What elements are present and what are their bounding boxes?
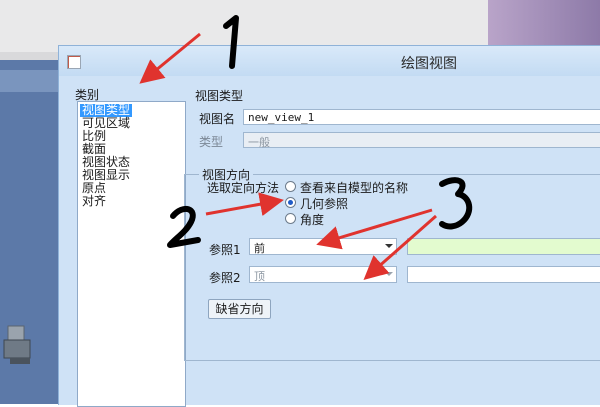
background-left-bar [0, 70, 58, 92]
radio-geometry-reference[interactable] [285, 197, 296, 208]
device-icon [3, 325, 31, 364]
reference2-label: 参照2 [209, 271, 241, 285]
radio-angle[interactable] [285, 213, 296, 224]
drawing-view-dialog: 绘图视图 类别 视图类型 可见区域 比例 截面 视图状态 视图显示 原点 对齐 … [58, 45, 600, 407]
type-label: 类型 [199, 135, 224, 149]
radio-model-name-label[interactable]: 查看来自模型的名称 [300, 179, 408, 196]
chevron-down-icon [385, 272, 393, 276]
type-select: 一般 [243, 132, 600, 149]
reference1-selection-field[interactable] [407, 238, 600, 255]
reference2-selection-field[interactable] [407, 266, 600, 283]
reference2-select[interactable]: 顶 [249, 266, 397, 283]
view-type-section-label: 视图类型 [195, 89, 244, 103]
view-name-value: new_view_1 [248, 111, 315, 124]
category-list[interactable]: 视图类型 可见区域 比例 截面 视图状态 视图显示 原点 对齐 [77, 101, 186, 407]
view-name-input[interactable]: new_view_1 [243, 109, 600, 125]
reference1-value: 前 [254, 242, 265, 255]
title-bar[interactable]: 绘图视图 [59, 46, 600, 76]
reference1-select[interactable]: 前 [249, 238, 397, 255]
type-value: 一般 [248, 136, 270, 149]
window-title: 绘图视图 [401, 56, 457, 72]
reference2-value: 顶 [254, 270, 265, 283]
window-icon [67, 55, 81, 69]
radio-model-name[interactable] [285, 181, 296, 192]
default-orientation-button[interactable]: 缺省方向 [208, 299, 271, 319]
category-item-alignment[interactable]: 对齐 [82, 195, 106, 208]
reference1-label: 参照1 [209, 243, 241, 257]
orientation-method-label: 选取定向方法 [207, 181, 280, 195]
chevron-down-icon [385, 244, 393, 248]
view-name-label: 视图名 [199, 112, 236, 126]
radio-geometry-reference-label[interactable]: 几何参照 [300, 195, 348, 212]
radio-angle-label[interactable]: 角度 [300, 211, 324, 228]
